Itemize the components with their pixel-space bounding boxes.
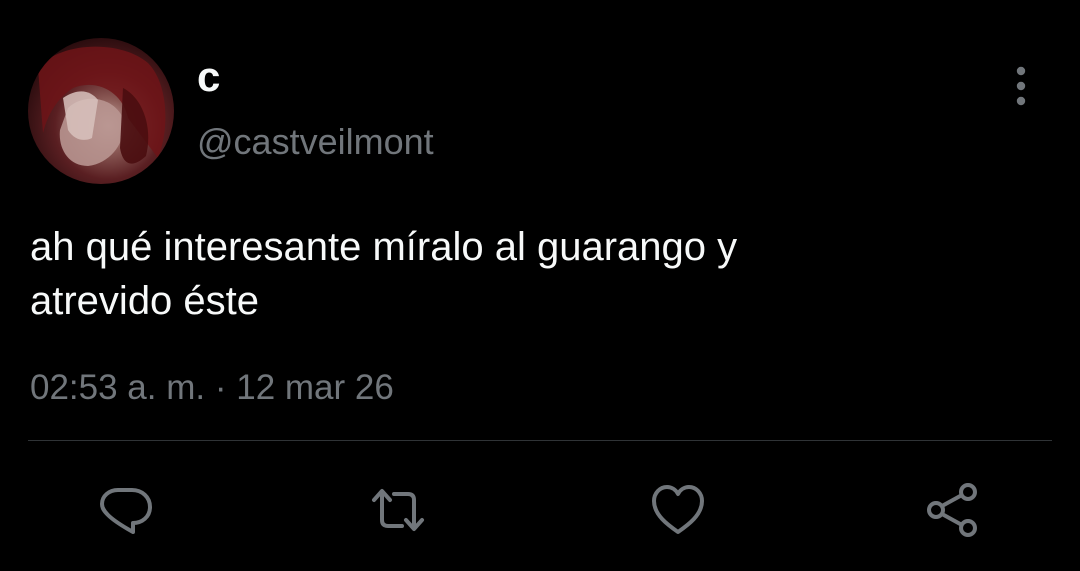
avatar-photo <box>38 46 166 166</box>
display-name[interactable]: c <box>197 52 220 102</box>
reply-icon <box>100 488 152 534</box>
tweet-date: 12 mar 26 <box>236 368 394 407</box>
tweet-text: ah qué interesante míralo al guarango y … <box>30 225 738 323</box>
retweet-button[interactable] <box>370 482 426 538</box>
more-options-button[interactable] <box>1002 62 1040 110</box>
retweet-icon <box>372 489 424 531</box>
user-handle[interactable]: @castveilmont <box>197 120 434 164</box>
reply-button[interactable] <box>98 482 154 538</box>
like-button[interactable] <box>650 482 706 538</box>
share-button[interactable] <box>924 482 980 538</box>
divider <box>28 440 1052 441</box>
tweet-timestamp[interactable]: 02:53 a. m. · 12 mar 26 <box>30 366 394 410</box>
like-icon <box>652 485 704 534</box>
meta-separator: · <box>214 368 227 407</box>
tweet-time: 02:53 a. m. <box>30 368 206 407</box>
share-icon <box>927 483 977 537</box>
avatar[interactable] <box>28 38 174 184</box>
more-vertical-icon <box>1016 66 1026 106</box>
tweet-card: c @castveilmont ah qué interesante míral… <box>0 0 1080 571</box>
